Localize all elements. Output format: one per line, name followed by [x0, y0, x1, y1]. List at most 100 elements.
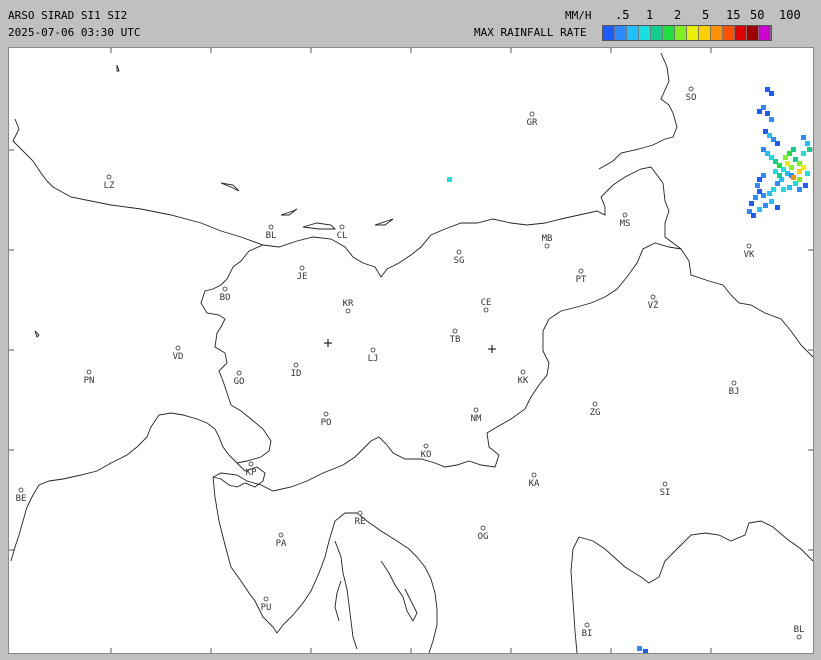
rain-cell — [749, 201, 754, 206]
city-label: NM — [471, 414, 482, 424]
radar-site-pasja-ravan — [488, 345, 496, 353]
city-dot — [531, 472, 537, 478]
city-marker: BJ — [729, 380, 739, 397]
legend-swatch — [687, 26, 699, 40]
map-area: GR SO LZ BL CL MS MB SG VK JE PT BO KR CE VŽ TB VD LJ PN ID… — [8, 47, 814, 654]
city-label: KA — [529, 479, 540, 489]
legend-swatch — [675, 26, 687, 40]
city-dot — [263, 596, 269, 602]
city-marker: NM — [471, 407, 482, 424]
rain-cell — [765, 111, 770, 116]
rain-echoes — [447, 87, 812, 653]
city-dot — [370, 347, 376, 353]
legend-swatch — [663, 26, 675, 40]
city-dot — [268, 224, 274, 230]
city-marker: PN — [84, 369, 95, 386]
city-dot — [592, 401, 598, 407]
city-dot — [175, 345, 181, 351]
city-markers: GR SO LZ BL CL MS MB SG VK JE PT BO KR CE VŽ TB VD LJ PN ID… — [16, 86, 805, 640]
city-marker: MB — [542, 234, 552, 249]
city-marker: JE — [297, 265, 307, 282]
rain-cell — [805, 141, 810, 146]
lake-2 — [280, 208, 298, 216]
lake-6 — [34, 330, 40, 338]
city-label: KR — [343, 299, 354, 309]
city-marker: VK — [744, 243, 755, 260]
city-marker: PA — [276, 532, 287, 549]
legend-swatch — [747, 26, 759, 40]
city-marker: SI — [660, 481, 670, 498]
krk-island — [380, 560, 418, 622]
city-marker: BI — [582, 622, 593, 639]
city-label: SO — [686, 93, 697, 103]
city-dot — [345, 308, 351, 314]
city-dot — [544, 243, 550, 249]
rain-cell — [757, 109, 762, 114]
city-marker: OG — [478, 525, 489, 542]
city-marker: SO — [686, 86, 697, 103]
city-marker: KP — [246, 461, 257, 478]
city-dot — [688, 86, 694, 92]
rain-cell — [801, 151, 806, 156]
city-label: BL — [266, 231, 277, 241]
city-label: SG — [454, 256, 465, 266]
city-label: PN — [84, 376, 95, 386]
legend-swatch — [627, 26, 639, 40]
rain-cell — [775, 181, 780, 186]
city-dot — [578, 268, 584, 274]
city-dot — [357, 510, 363, 516]
city-dot — [18, 487, 24, 493]
rain-cell — [447, 177, 452, 182]
city-dot — [622, 212, 628, 218]
city-label: PT — [576, 275, 587, 285]
slovenia-italy-border — [200, 244, 272, 464]
legend-tick: 2 — [674, 8, 682, 22]
city-marker: PT — [576, 268, 587, 285]
city-label: BL — [794, 625, 805, 635]
legend-tick: .5 — [615, 8, 630, 22]
lake-1 — [220, 182, 240, 192]
city-marker: BO — [220, 286, 230, 303]
legend-swatch — [651, 26, 663, 40]
city-marker: PO — [321, 411, 332, 428]
legend-title: MAX RAINFALL RATE — [474, 26, 587, 39]
radar-window: ARSO SIRAD SI1 SI2 2025-07-06 03:30 UTC … — [0, 0, 821, 660]
city-marker: MS — [620, 212, 630, 229]
rain-cell — [797, 169, 802, 174]
rain-cell — [791, 175, 796, 180]
city-marker: PU — [261, 596, 271, 613]
lake-4 — [374, 218, 394, 226]
city-dot — [662, 481, 668, 487]
city-dot — [452, 328, 458, 334]
city-marker: TB — [450, 328, 460, 345]
legend-swatch — [639, 26, 651, 40]
rain-cell — [757, 189, 762, 194]
legend-swatch — [615, 26, 627, 40]
city-label: RE — [355, 517, 366, 527]
croatia-bosnia-border — [570, 520, 813, 653]
city-dot — [529, 111, 535, 117]
slovenia-croatia-border — [212, 242, 682, 492]
city-dot — [293, 362, 299, 368]
city-label: BE — [16, 494, 27, 504]
legend-ticks: .5 1 2 5 15 50 100 — [560, 8, 820, 22]
city-marker: KA — [529, 472, 540, 489]
city-dot — [731, 380, 737, 386]
rain-cell — [775, 141, 780, 146]
austria-italy-border — [12, 118, 813, 358]
city-marker: BE — [16, 487, 27, 504]
radar-site-lisca — [324, 339, 332, 347]
city-dot — [796, 634, 802, 640]
city-dot — [480, 525, 486, 531]
city-marker: BL — [794, 625, 805, 640]
city-label: BI — [582, 629, 593, 639]
city-dot — [520, 369, 526, 375]
city-label: PO — [321, 418, 332, 428]
city-marker: GR — [527, 111, 538, 128]
city-dot — [456, 249, 462, 255]
rain-cell — [797, 187, 802, 192]
city-dot — [106, 174, 112, 180]
city-label: PA — [276, 539, 287, 549]
city-marker: KO — [421, 443, 431, 460]
city-label: OG — [478, 532, 489, 542]
